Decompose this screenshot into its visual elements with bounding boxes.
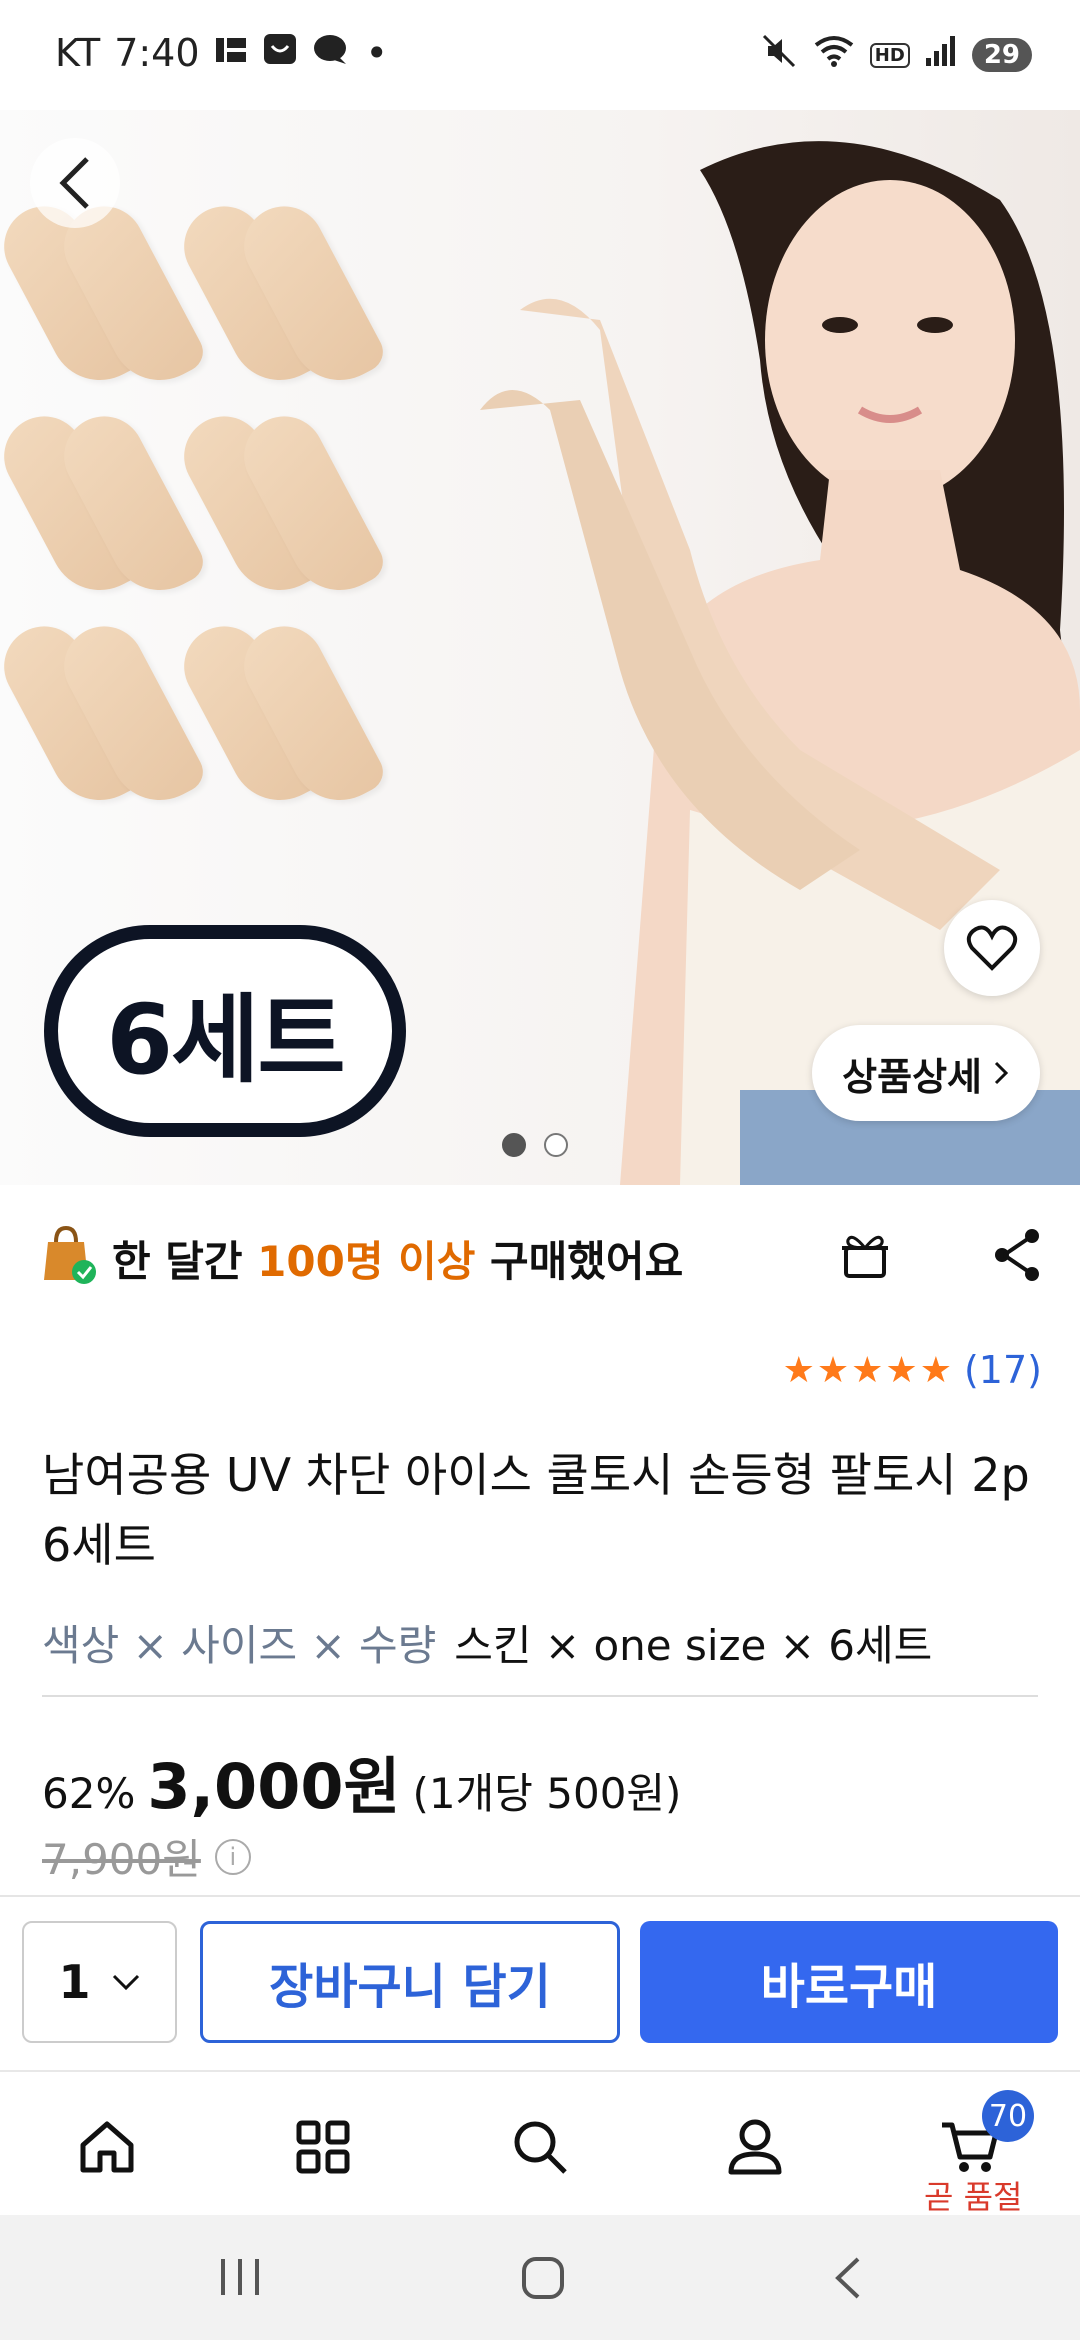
home-square-icon	[522, 2257, 564, 2299]
star-icon: ★	[816, 1349, 850, 1391]
selected-options[interactable]: 색상 × 사이즈 × 수량 스킨 × one size × 6세트	[42, 1612, 932, 1673]
quantity-select[interactable]: 1	[22, 1921, 177, 2043]
wishlist-button[interactable]	[944, 900, 1040, 996]
chat-bubble-icon	[312, 31, 352, 75]
buy-now-button[interactable]: 바로구매	[640, 1921, 1058, 2043]
carousel-dot-2[interactable]	[544, 1133, 568, 1157]
recent-apps-button[interactable]	[215, 2255, 265, 2303]
mute-icon	[760, 32, 798, 78]
star-icon: ★	[919, 1349, 952, 1391]
set-count-badge: 6세트	[44, 925, 406, 1137]
stat-highlight: 100명 이상	[257, 1236, 476, 1286]
option-label: 색상 × 사이즈 × 수량	[42, 1621, 437, 1670]
nav-categories[interactable]	[288, 2112, 358, 2182]
original-price: 7,900원	[42, 1835, 201, 1884]
status-bar: KT 7:40 • HD 29	[0, 0, 1080, 110]
cart-count-badge: 70	[982, 2090, 1034, 2142]
app-notification-icon	[214, 31, 248, 75]
status-left: KT 7:40 •	[55, 30, 388, 75]
stat-suffix: 구매했어요	[490, 1236, 684, 1286]
product-detail-button[interactable]: 상품상세	[812, 1025, 1040, 1121]
product-image-carousel[interactable]: 6세트 상품상세	[0, 110, 1080, 1185]
purchase-stat-row: 한 달간 100명 이상 구매했어요	[42, 1218, 1042, 1298]
clock: 7:40	[114, 30, 200, 75]
hd-voice-icon: HD	[869, 42, 910, 68]
smile-app-icon	[262, 30, 298, 75]
purchase-action-bar: 1 장바구니 담기 바로구매	[0, 1895, 1080, 2070]
back-system-button[interactable]	[830, 2255, 866, 2305]
unit-price: (1개당 500원)	[412, 1769, 682, 1818]
stat-prefix: 한 달간	[112, 1236, 243, 1286]
quantity-value: 1	[58, 1955, 91, 2009]
shopping-bag-icon	[42, 1225, 98, 1290]
purchase-stat-text: 한 달간 100명 이상 구매했어요	[112, 1228, 683, 1289]
star-icon: ★	[851, 1349, 884, 1391]
soldout-label: 곧 품절	[924, 2178, 1023, 2216]
bottom-navigation: 70 곧 품절	[0, 2070, 1080, 2216]
review-count[interactable]: (17)	[964, 1348, 1042, 1392]
system-navigation-bar	[0, 2215, 1080, 2340]
gift-icon[interactable]	[838, 1228, 892, 1286]
home-system-button[interactable]	[520, 2255, 566, 2305]
star-icon: ★	[885, 1349, 918, 1391]
nav-home[interactable]	[72, 2112, 142, 2182]
chevron-down-icon	[112, 1974, 139, 1991]
battery-indicator: 29	[971, 38, 1032, 72]
product-sleeves-image	[0, 190, 440, 850]
add-to-cart-button[interactable]: 장바구니 담기	[200, 1921, 620, 2043]
grid-icon	[296, 2120, 350, 2174]
info-icon[interactable]: i	[214, 1838, 251, 1875]
discount-rate: 62%	[42, 1769, 136, 1818]
wifi-icon	[812, 33, 856, 77]
sale-price: 3,000원	[147, 1750, 401, 1823]
user-icon	[728, 2119, 782, 2175]
carrier-label: KT	[55, 30, 101, 75]
signal-icon	[924, 34, 958, 76]
back-button[interactable]	[30, 138, 120, 228]
share-icon[interactable]	[992, 1228, 1042, 1286]
review-rating[interactable]: ★ ★ ★ ★ ★ (17)	[783, 1348, 1042, 1392]
product-detail-label: 상품상세	[842, 1054, 982, 1099]
product-title: 남여공용 UV 차단 아이스 쿨토시 손등형 팔토시 2p 6세트	[42, 1448, 1030, 1572]
carousel-indicator	[502, 1133, 568, 1157]
recents-icon	[221, 2259, 259, 2295]
divider	[42, 1695, 1038, 1697]
option-value: 스킨 × one size × 6세트	[454, 1621, 933, 1670]
heart-icon	[966, 925, 1018, 971]
search-icon	[514, 2121, 567, 2174]
price-row: 62% 3,000원 (1개당 500원)	[42, 1736, 681, 1826]
nav-my-page[interactable]	[720, 2112, 790, 2182]
back-arrow-icon	[835, 2257, 860, 2299]
more-dot-icon: •	[365, 30, 388, 75]
carousel-dot-1[interactable]	[502, 1133, 526, 1157]
model-photo	[480, 141, 1080, 1185]
status-right: HD 29	[760, 32, 1032, 78]
nav-search[interactable]	[505, 2112, 575, 2182]
original-price-row: 7,900원 i	[42, 1826, 251, 1887]
home-icon	[80, 2121, 134, 2173]
chevron-right-icon	[994, 1061, 1009, 1085]
star-icon: ★	[782, 1349, 815, 1391]
